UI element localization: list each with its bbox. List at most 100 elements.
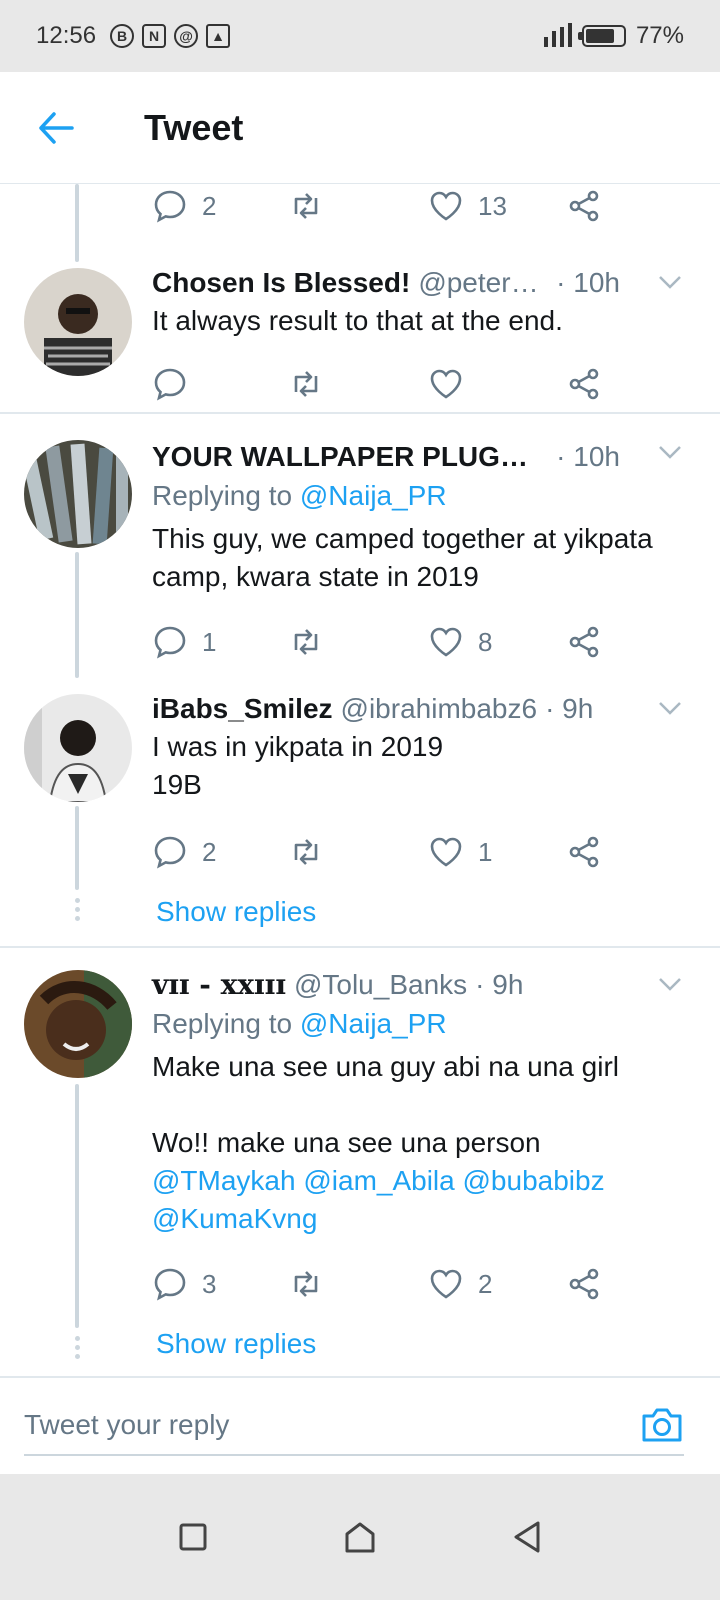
replying-to-link[interactable]: @Naija_PR (300, 1008, 447, 1039)
heart-icon (430, 627, 462, 657)
chevron-down-icon[interactable] (656, 268, 684, 296)
reply-composer: Tweet your reply (0, 1376, 720, 1474)
tweet-text: This guy, we camped together at yikpata … (152, 523, 653, 592)
like-button[interactable]: 13 (428, 184, 507, 236)
retweet-button[interactable] (288, 822, 324, 882)
recents-button[interactable] (171, 1515, 215, 1559)
share-button[interactable] (566, 822, 602, 882)
username[interactable]: @petereg... (418, 264, 546, 302)
reply-input[interactable]: Tweet your reply (24, 1396, 684, 1456)
like-count: 13 (478, 190, 507, 221)
replying-to-label: Replying to (152, 480, 293, 511)
reply-button[interactable]: 2 (152, 184, 216, 236)
reply-icon (154, 836, 186, 869)
tweet-card[interactable]: ᴠɪɪ - xxɪɪɪ @Tolu_Banks · 9h Replying to… (0, 966, 720, 1376)
tweet-card[interactable]: YOUR WALLPAPER PLUG⚪ ... · 10h Replying … (0, 438, 720, 678)
like-button[interactable]: 1 (428, 822, 492, 882)
chevron-down-icon[interactable] (656, 694, 684, 722)
tweet-actions: 2 1 (152, 822, 690, 882)
tweet-actions: 1 8 (152, 612, 690, 672)
back-button[interactable] (26, 98, 86, 158)
like-button[interactable]: 8 (428, 612, 492, 672)
home-icon (345, 1522, 375, 1553)
display-name[interactable]: Chosen Is Blessed! (152, 264, 410, 302)
replying-to: Replying to @Naija_PR (152, 476, 690, 516)
share-button[interactable] (566, 184, 602, 236)
timestamp: · 9h (475, 969, 524, 1000)
share-icon (569, 626, 599, 658)
share-icon (569, 836, 599, 868)
divider (0, 412, 720, 414)
reply-count: 3 (202, 1268, 217, 1299)
camera-icon[interactable] (640, 1404, 684, 1444)
reply-button[interactable] (152, 354, 188, 414)
replying-to-link[interactable]: @Naija_PR (300, 480, 447, 511)
timestamp: · 10h (556, 441, 620, 472)
status-bar: 12:56 B N @ ▲ 77% (0, 0, 720, 72)
n-icon: N (142, 24, 167, 48)
tweet-text: Make una see una guy abi na una girl Wo!… (152, 1048, 690, 1238)
tweet-text-line: 19B (152, 769, 202, 800)
chevron-down-icon[interactable] (656, 438, 684, 466)
tweet-actions: 2 13 (152, 184, 690, 236)
mentions[interactable]: @KumaKvng (152, 1200, 690, 1238)
display-name[interactable]: ᴠɪɪ - xxɪɪɪ (152, 966, 286, 1004)
username[interactable]: @Tolu_Banks (294, 966, 467, 1004)
signal-icon (543, 23, 572, 47)
share-button[interactable] (566, 612, 602, 672)
tweet-actions (152, 354, 690, 414)
show-replies-link[interactable]: Show replies (156, 1328, 690, 1360)
retweet-icon (294, 839, 318, 865)
reply-button[interactable]: 2 (152, 822, 216, 882)
share-icon (569, 1268, 599, 1300)
share-button[interactable] (566, 354, 602, 414)
timestamp: · 10h (556, 267, 620, 298)
tweet-actions: 3 2 (152, 1254, 690, 1314)
display-name[interactable]: YOUR WALLPAPER PLUG⚪ ... (152, 438, 546, 476)
tweet-text-line: Make una see una guy abi na una girl (152, 1051, 619, 1082)
like-count: 2 (478, 1268, 493, 1299)
share-icon (569, 190, 599, 222)
mentions[interactable]: @TMaykah @iam_Abila @bubabibz (152, 1162, 690, 1200)
like-button[interactable]: 2 (428, 1254, 492, 1314)
like-count: 8 (478, 626, 493, 657)
reply-icon (154, 190, 186, 223)
battery-percent: 77% (635, 22, 684, 49)
back-nav-button[interactable] (505, 1515, 549, 1559)
home-button[interactable] (338, 1515, 382, 1559)
triangle-back-icon (514, 1521, 540, 1553)
tweet-header: iBabs_Smilez @ibrahimbabz6 · 9h (152, 690, 690, 728)
reply-button[interactable]: 3 (152, 1254, 216, 1314)
retweet-button[interactable] (288, 354, 324, 414)
tweet-text-line: Wo!! make una see una person (152, 1127, 541, 1158)
tweet-card[interactable]: iBabs_Smilez @ibrahimbabz6 · 9h I was in… (0, 690, 720, 940)
retweet-icon (294, 371, 318, 397)
retweet-button[interactable] (288, 184, 324, 236)
tweet-header: ᴠɪɪ - xxɪɪɪ @Tolu_Banks · 9h (152, 966, 690, 1004)
retweet-button[interactable] (288, 612, 324, 672)
divider (0, 946, 720, 948)
tweet-card[interactable]: Chosen Is Blessed! @petereg... · 10h It … (0, 264, 720, 414)
retweet-icon (294, 193, 318, 219)
square-icon (179, 1523, 207, 1551)
tweet-text: I was in yikpata in 2019 19B (152, 728, 690, 804)
reply-button[interactable]: 1 (152, 612, 216, 672)
heart-icon (430, 369, 462, 399)
top-app-bar: Tweet (0, 72, 720, 184)
tweet-header: YOUR WALLPAPER PLUG⚪ ... · 10h (152, 438, 690, 476)
back-arrow-icon (39, 111, 74, 144)
retweet-button[interactable] (288, 1254, 324, 1314)
chevron-down-icon[interactable] (656, 970, 684, 998)
gallery-icon: ▲ (206, 24, 231, 48)
whirl-icon: @ (174, 24, 199, 48)
like-button[interactable] (428, 354, 464, 414)
share-button[interactable] (566, 1254, 602, 1314)
battery-icon (577, 25, 626, 47)
show-replies-link[interactable]: Show replies (156, 896, 690, 928)
display-name[interactable]: iBabs_Smilez (152, 690, 333, 728)
system-nav-bar (0, 1474, 720, 1600)
replying-to: Replying to @Naija_PR (152, 1004, 690, 1044)
username[interactable]: @ibrahimbabz6 (341, 690, 538, 728)
reply-feed[interactable]: 2 13 Chosen Is Blessed! @petereg... · 10… (0, 184, 720, 1402)
heart-icon (430, 191, 462, 221)
